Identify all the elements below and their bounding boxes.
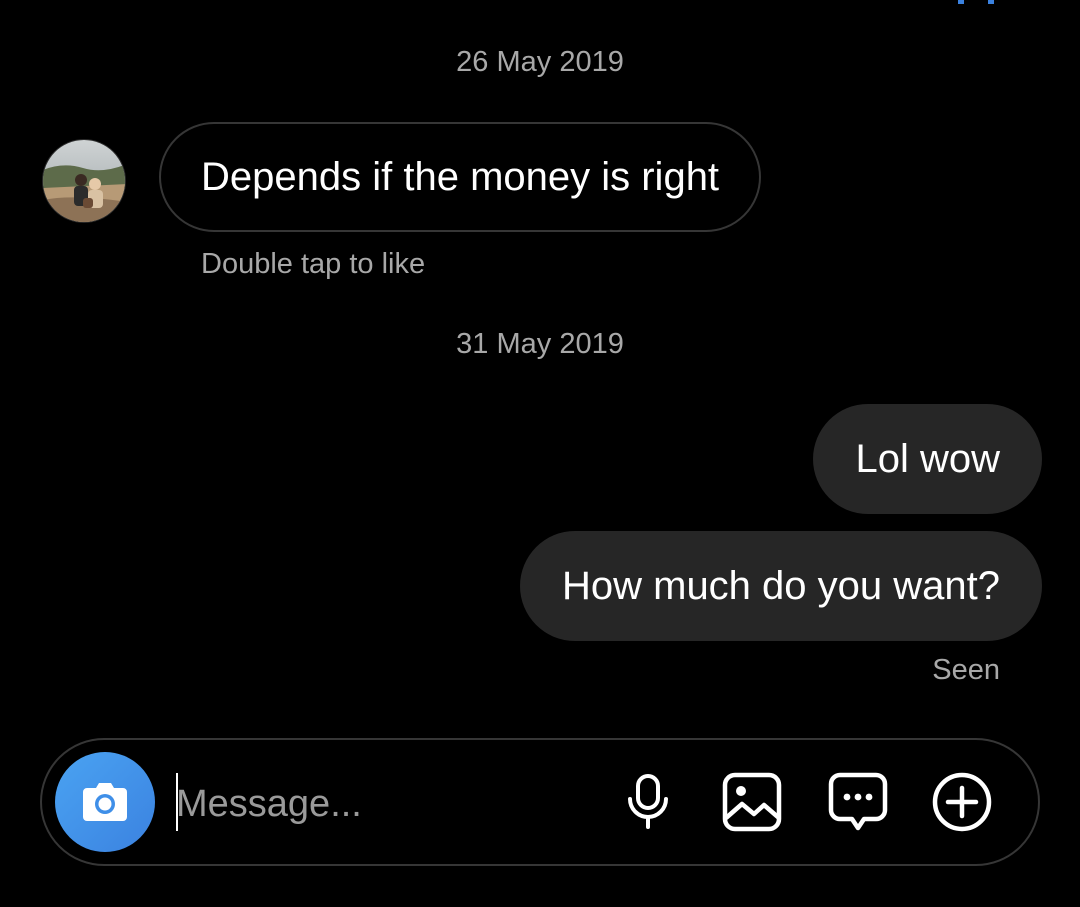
avatar-photo xyxy=(43,140,125,222)
gallery-button[interactable] xyxy=(720,770,784,834)
sticker-icon xyxy=(828,772,888,831)
camera-icon xyxy=(83,783,127,821)
double-tap-hint: Double tap to like xyxy=(201,248,426,280)
outgoing-message-bubble[interactable]: How much do you want? xyxy=(519,531,1042,641)
seen-status: Seen xyxy=(932,654,1000,686)
outgoing-message-bubble[interactable]: Lol wow xyxy=(813,404,1042,514)
microphone-button[interactable] xyxy=(616,770,680,834)
add-icon xyxy=(932,772,992,832)
sticker-button[interactable] xyxy=(826,770,890,834)
incoming-message-bubble[interactable]: Depends if the money is right xyxy=(159,122,762,232)
gallery-icon xyxy=(722,772,782,832)
date-divider: 26 May 2019 xyxy=(456,46,624,78)
camera-button[interactable] xyxy=(55,752,155,852)
date-divider: 31 May 2019 xyxy=(456,328,624,360)
message-input[interactable] xyxy=(176,775,596,833)
partial-top-icon xyxy=(958,0,994,4)
sender-avatar[interactable] xyxy=(42,139,126,223)
add-button[interactable] xyxy=(930,770,994,834)
microphone-icon xyxy=(628,774,668,829)
